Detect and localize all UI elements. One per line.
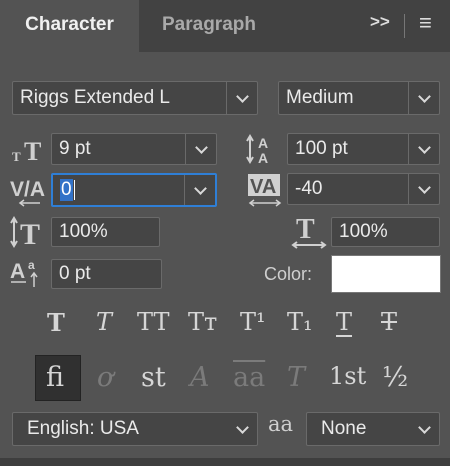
svg-text:V/A: V/A — [10, 178, 45, 201]
contextual-alternates-button[interactable]: ơ — [97, 362, 113, 393]
font-family-value: Riggs Extended L — [20, 87, 170, 108]
panel-bottom-edge — [0, 458, 450, 466]
chevron-down-icon[interactable] — [184, 175, 215, 205]
underline-button[interactable]: T — [336, 308, 352, 336]
superscript-button[interactable]: T¹ — [240, 308, 266, 336]
font-size-icon: TT — [12, 135, 48, 166]
chevron-down-icon[interactable] — [408, 174, 439, 204]
kerning-icon: V/A — [10, 174, 50, 208]
chevron-down-icon[interactable] — [408, 134, 439, 164]
svg-text:T: T — [12, 149, 21, 164]
subscript-button[interactable]: T₁ — [287, 308, 313, 336]
leading-icon: AA — [246, 131, 282, 167]
all-caps-button[interactable]: TT — [137, 308, 169, 336]
baseline-shift-value: 0 pt — [59, 263, 91, 284]
anti-alias-icon: aa — [268, 412, 294, 436]
svg-text:a: a — [28, 258, 35, 272]
kerning-value: 0 — [60, 179, 73, 201]
discretionary-ligatures-button[interactable]: st — [141, 362, 166, 393]
chevron-down-icon[interactable] — [408, 82, 439, 114]
horizontal-scale-value: 100% — [339, 221, 388, 242]
expand-icon[interactable]: >> — [370, 12, 390, 32]
vertical-scale-value: 100% — [59, 221, 108, 242]
stylistic-alternates-button[interactable]: aa — [233, 362, 265, 393]
tracking-icon: VA — [246, 173, 286, 209]
horizontal-scale-field[interactable]: 100% — [331, 217, 440, 247]
tracking-field[interactable]: -40 — [287, 173, 440, 205]
language-value: English: USA — [27, 418, 139, 439]
leading-field[interactable]: 100 pt — [287, 133, 440, 165]
font-size-value: 9 pt — [59, 138, 91, 159]
small-caps-button[interactable]: Tт — [188, 308, 217, 336]
menu-icon[interactable]: ≡ — [419, 10, 432, 36]
svg-text:VA: VA — [250, 176, 276, 198]
baseline-shift-field[interactable]: 0 pt — [51, 259, 162, 289]
faux-bold-button[interactable]: T — [47, 308, 65, 337]
language-select[interactable]: English: USA — [12, 412, 258, 446]
toolbar-divider — [404, 14, 405, 38]
svg-text:A: A — [258, 150, 268, 166]
baseline-shift-icon: Aa — [10, 256, 50, 290]
chevron-down-icon[interactable] — [185, 134, 216, 164]
character-panel: Character Paragraph >> ≡ Riggs Extended … — [0, 0, 450, 466]
anti-alias-value: None — [321, 418, 367, 439]
font-style-select[interactable]: Medium — [278, 81, 440, 115]
tab-paragraph[interactable]: Paragraph — [139, 0, 279, 52]
color-label: Color: — [264, 264, 313, 284]
font-style-value: Medium — [286, 87, 354, 108]
color-swatch[interactable] — [331, 255, 441, 293]
faux-italic-button[interactable]: T — [96, 308, 112, 336]
vertical-scale-field[interactable]: 100% — [51, 217, 160, 247]
chevron-down-icon[interactable] — [226, 82, 257, 114]
leading-value: 100 pt — [295, 138, 348, 159]
vertical-scale-icon: T — [10, 216, 50, 251]
chevron-down-icon[interactable] — [409, 413, 439, 445]
font-family-select[interactable]: Riggs Extended L — [12, 81, 258, 115]
fractions-button[interactable]: ½ — [382, 362, 408, 393]
chevron-down-icon[interactable] — [227, 413, 257, 445]
ordinals-button[interactable]: 1st — [329, 362, 366, 390]
horizontal-scale-icon: T — [290, 214, 328, 250]
titling-alternates-button[interactable]: T — [287, 362, 305, 393]
tab-bar: Character Paragraph >> ≡ — [0, 0, 450, 52]
strikethrough-button[interactable]: T — [381, 308, 397, 336]
swash-button[interactable]: A — [190, 362, 210, 393]
svg-text:T: T — [24, 137, 41, 165]
text-caret — [73, 180, 75, 200]
standard-ligatures-button[interactable]: fi — [46, 362, 64, 393]
svg-text:T: T — [20, 218, 40, 248]
kerning-field[interactable]: 0 — [51, 173, 217, 207]
tracking-value: -40 — [295, 178, 323, 199]
anti-alias-select[interactable]: None — [306, 412, 440, 446]
svg-text:T: T — [296, 214, 315, 245]
tab-character[interactable]: Character — [0, 0, 139, 52]
font-size-field[interactable]: 9 pt — [51, 133, 217, 165]
svg-text:A: A — [10, 260, 25, 283]
svg-text:A: A — [258, 135, 268, 151]
